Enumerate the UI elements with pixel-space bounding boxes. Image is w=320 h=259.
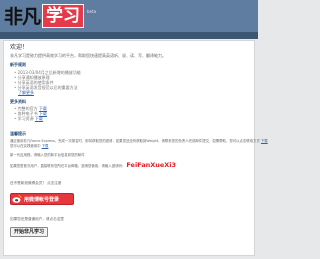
logo-text-xuexi: 学习 [42,4,85,28]
more-heading: 更多资料 [10,99,26,104]
notice-paragraph-2: 新一代应用程，请输入您的新平台信息到您的邮件 [10,153,85,157]
features-heading: 新手规则 [10,62,26,67]
more-item: 学习资源 下载 [14,116,47,121]
start-learning-button[interactable]: 开始非凡学习 [10,227,49,237]
welcome-heading: 欢迎！ [10,44,29,51]
features-more-link[interactable]: 了解更多 [18,90,34,95]
features-list: 2013-03/04月之后新增的播放功能 分享通知播放原理 分享英语的使用条件 … [14,70,81,90]
nav-bar: 首页 关于 [0,32,258,48]
content-panel: 欢迎！ 非凡学习是致力提供高效学习的平台，帮助您快速提高英语听、说、读、写、翻译… [3,40,268,256]
weibo-login-button[interactable]: 用微博帐号登录 [10,193,74,205]
weibo-icon [12,195,22,203]
weibo-login-label: 用微博帐号登录 [24,196,60,203]
notice-paragraph-3: 如果您是首次用户，直接联系您所在平台邮箱，邀请您使用，请输入邀请码： FeiFa… [10,162,176,170]
notice-text: 通过使用非凡Fanne Express，完成一次报名时，即将获取您的邀请，如果您… [10,139,260,143]
notice-link[interactable]: 下载 [261,139,268,143]
weibo-register-prompt[interactable]: 还不是新浪微博会员？ 点击注册 [10,181,61,186]
notice-link[interactable]: 下载 [42,144,49,148]
intro-text: 非凡学习是致力提供高效学习的平台，帮助您快速提高英语听、说、读、写、翻译能力。 [10,53,166,58]
notice-text: 如果您是首次用户，直接联系您所在平台邮箱，邀请您使用，请输入邀请码： [10,164,126,168]
invite-code: FeiFanXueXi3 [126,161,177,169]
notice-heading: 温馨提示 [10,131,26,136]
logo-text-feifan: 非凡 [4,6,41,28]
logo-beta-tag: beta [87,9,97,14]
notice-paragraph-1: 通过使用非凡Fanne Express，完成一次报名时，即将获取您的邀请，如果您… [10,139,268,144]
notice-paragraph-1b: 您可以在实践使用中 下载 [10,144,48,149]
site-header: 非凡 学习 beta [0,0,258,32]
more-item-link[interactable]: 下载 [35,116,43,121]
more-item-text: 学习资源 [17,116,34,121]
more-list: 完整的官方 下载 各种电子书 下载 学习资源 下载 [14,106,47,121]
notice-text: 您可以在实践使用中 [10,144,41,148]
guest-prompt: 如果您还是普通用户，请点击这里 [10,217,64,221]
site-logo[interactable]: 非凡 学习 beta [4,4,96,28]
